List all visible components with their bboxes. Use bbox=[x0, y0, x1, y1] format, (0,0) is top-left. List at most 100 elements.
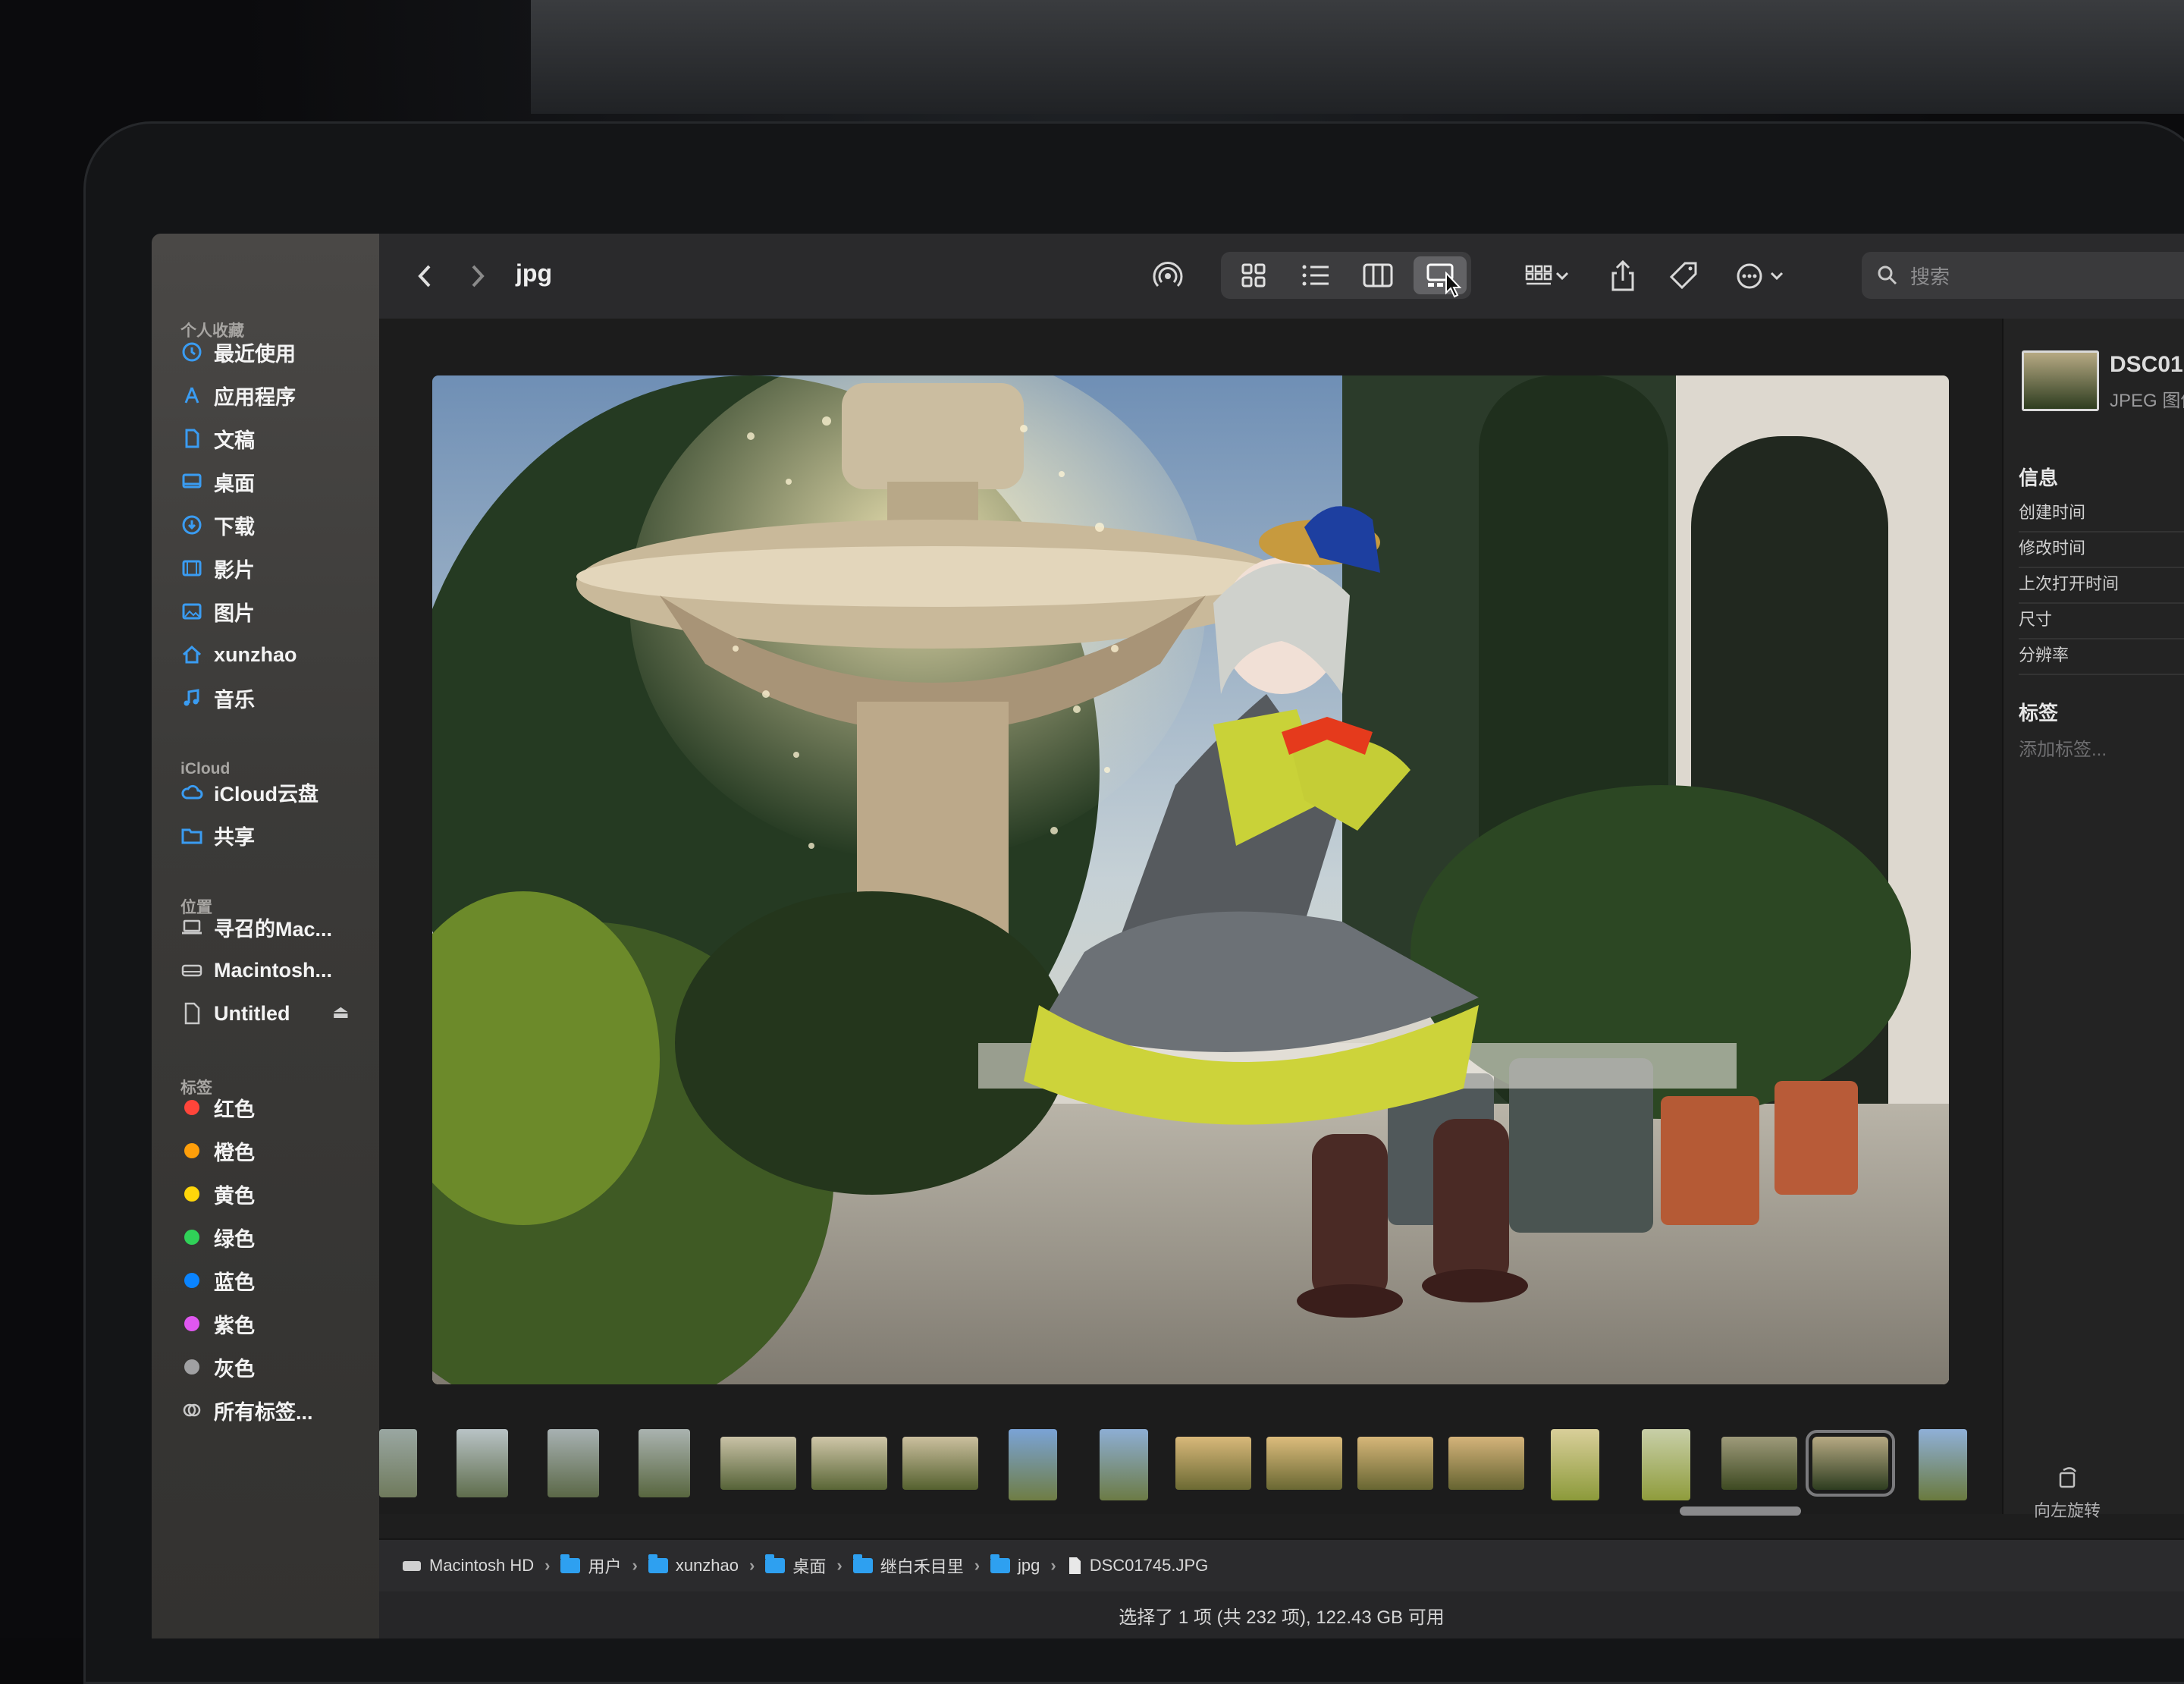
file-kind: JPEG 图像 bbox=[2110, 391, 2184, 411]
thumbnail[interactable] bbox=[1721, 1437, 1797, 1490]
info-row-created: 创建时间 bbox=[2019, 499, 2184, 533]
path-item-project[interactable]: 继白禾目里 bbox=[852, 1554, 964, 1578]
info-header: 信息 bbox=[2019, 467, 2059, 489]
path-item-label: 桌面 bbox=[792, 1557, 827, 1576]
share-icon bbox=[1611, 260, 1634, 291]
list-view-button[interactable] bbox=[1289, 256, 1342, 294]
thumbnail[interactable] bbox=[1919, 1429, 1967, 1500]
wall-background bbox=[531, 0, 2184, 114]
thumbnail[interactable] bbox=[639, 1429, 690, 1497]
sidebar-tag-yellow[interactable]: 黄色 bbox=[180, 1177, 255, 1211]
thumbnail[interactable] bbox=[902, 1437, 978, 1490]
sidebar-tag-orange[interactable]: 橙色 bbox=[180, 1134, 255, 1167]
chevron-down-icon bbox=[1555, 272, 1569, 281]
share-button[interactable] bbox=[1604, 255, 1642, 297]
forward-button[interactable] bbox=[463, 255, 493, 297]
filmstrip-scrollbar[interactable] bbox=[1680, 1506, 1801, 1516]
sidebar-item-movies[interactable]: 影片 bbox=[180, 551, 255, 585]
group-by-button[interactable] bbox=[1517, 255, 1577, 297]
gallery-view bbox=[379, 319, 2002, 1516]
sidebar-item-pictures[interactable]: 图片 bbox=[180, 595, 255, 628]
purple-tag-dot-icon bbox=[184, 1316, 199, 1331]
search-icon bbox=[1878, 265, 1897, 285]
path-separator-icon: › bbox=[632, 1556, 638, 1575]
thumbnail[interactable] bbox=[1009, 1429, 1057, 1500]
sidebar-item-label: 文稿 bbox=[214, 429, 255, 452]
pictures-icon bbox=[180, 600, 203, 623]
thumbnail[interactable] bbox=[379, 1429, 417, 1497]
sidebar-tag-green[interactable]: 绿色 bbox=[180, 1221, 255, 1254]
folder-icon bbox=[765, 1554, 786, 1573]
sidebar-item-recents[interactable]: 最近使用 bbox=[180, 335, 296, 369]
sidebar-item-macintosh-hd[interactable]: Macintosh... bbox=[180, 954, 332, 987]
file-name: DSC01745.JPG bbox=[2110, 352, 2184, 377]
sidebar-item-this-mac[interactable]: 寻召的Mac... bbox=[180, 910, 332, 944]
column-view-button[interactable] bbox=[1351, 256, 1404, 294]
thumbnail[interactable] bbox=[457, 1429, 508, 1497]
sidebar-tag-gray[interactable]: 灰色 bbox=[180, 1350, 255, 1384]
path-item-label: xunzhao bbox=[675, 1556, 739, 1575]
info-row-resolution: 分辨率 bbox=[2019, 642, 2184, 675]
path-item-label: DSC01745.JPG bbox=[1089, 1556, 1209, 1575]
sidebar-item-label: 图片 bbox=[214, 602, 255, 625]
sidebar-all-tags[interactable]: 所有标签... bbox=[180, 1393, 313, 1427]
path-item-macintosh-hd[interactable]: Macintosh HD bbox=[402, 1556, 534, 1576]
sidebar-item-label: 橙色 bbox=[214, 1141, 255, 1164]
more-icon bbox=[1737, 263, 1762, 289]
sidebar-item-untitled[interactable]: Untitled bbox=[180, 997, 290, 1030]
chevron-right-icon bbox=[472, 265, 485, 287]
thumbnail[interactable] bbox=[1175, 1437, 1251, 1490]
rotate-left-button[interactable]: 向左旋转 bbox=[2034, 1464, 2101, 1522]
thumbnail-selected[interactable] bbox=[1806, 1430, 1895, 1497]
search-field[interactable]: 搜索 bbox=[1862, 252, 2184, 299]
thumbnail[interactable] bbox=[548, 1429, 599, 1497]
laptop-icon bbox=[180, 916, 203, 938]
action-menu-button[interactable] bbox=[1725, 255, 1793, 297]
thumbnail[interactable] bbox=[1642, 1429, 1690, 1500]
thumbnail[interactable] bbox=[1357, 1437, 1433, 1490]
sidebar-item-documents[interactable]: 文稿 bbox=[180, 422, 255, 455]
path-separator-icon: › bbox=[1050, 1556, 1056, 1575]
path-item-file[interactable]: DSC01745.JPG bbox=[1067, 1556, 1209, 1576]
airdrop-button[interactable] bbox=[1145, 255, 1191, 297]
sidebar-item-label: 音乐 bbox=[214, 688, 255, 712]
sidebar: 个人收藏 最近使用 应用程序 文稿 桌面 下载 影片 图片 xunzhao 音乐… bbox=[152, 234, 379, 1638]
path-separator-icon: › bbox=[836, 1556, 843, 1575]
path-item-desktop[interactable]: 桌面 bbox=[765, 1554, 826, 1578]
sidebar-item-shared[interactable]: 共享 bbox=[180, 818, 255, 852]
sidebar-item-home[interactable]: xunzhao bbox=[180, 638, 297, 671]
icon-view-button[interactable] bbox=[1227, 256, 1280, 294]
thumbnail[interactable] bbox=[811, 1437, 887, 1490]
blue-tag-dot-icon bbox=[184, 1273, 199, 1288]
thumbnail[interactable] bbox=[1266, 1437, 1342, 1490]
path-item-label: 用户 bbox=[588, 1557, 622, 1576]
sidebar-tag-blue[interactable]: 蓝色 bbox=[180, 1264, 255, 1297]
path-item-users[interactable]: 用户 bbox=[560, 1554, 622, 1578]
sidebar-item-music[interactable]: 音乐 bbox=[180, 681, 255, 715]
sidebar-item-label: Untitled bbox=[214, 1001, 290, 1025]
path-item-jpg[interactable]: jpg bbox=[990, 1554, 1040, 1576]
red-tag-dot-icon bbox=[184, 1100, 199, 1115]
thumbnail[interactable] bbox=[1448, 1437, 1524, 1490]
photo-preview[interactable] bbox=[432, 375, 1949, 1384]
sidebar-item-icloud-drive[interactable]: iCloud云盘 bbox=[180, 775, 318, 809]
sidebar-item-desktop[interactable]: 桌面 bbox=[180, 465, 255, 498]
path-item-home[interactable]: xunzhao bbox=[648, 1554, 739, 1576]
gallery-view-button[interactable] bbox=[1414, 256, 1467, 298]
add-tag-field[interactable]: 添加标签... bbox=[2019, 734, 2107, 761]
eject-icon[interactable]: ⏏ bbox=[332, 1001, 350, 1023]
thumbnail[interactable] bbox=[720, 1437, 796, 1490]
thumbnail[interactable] bbox=[1100, 1429, 1148, 1500]
view-mode-group bbox=[1221, 252, 1471, 299]
finder-window: 个人收藏 最近使用 应用程序 文稿 桌面 下载 影片 图片 xunzhao 音乐… bbox=[152, 234, 2184, 1638]
sidebar-item-downloads[interactable]: 下载 bbox=[180, 508, 255, 542]
thumbnail[interactable] bbox=[1551, 1429, 1599, 1500]
yellow-tag-dot-icon bbox=[184, 1186, 199, 1202]
path-item-label: jpg bbox=[1018, 1556, 1040, 1575]
sidebar-tag-red[interactable]: 红色 bbox=[180, 1091, 255, 1124]
sidebar-tag-purple[interactable]: 紫色 bbox=[180, 1307, 255, 1340]
sidebar-item-label: iCloud云盘 bbox=[214, 782, 318, 806]
tag-button[interactable] bbox=[1665, 255, 1702, 297]
back-button[interactable] bbox=[410, 255, 440, 297]
sidebar-item-applications[interactable]: 应用程序 bbox=[180, 379, 296, 412]
